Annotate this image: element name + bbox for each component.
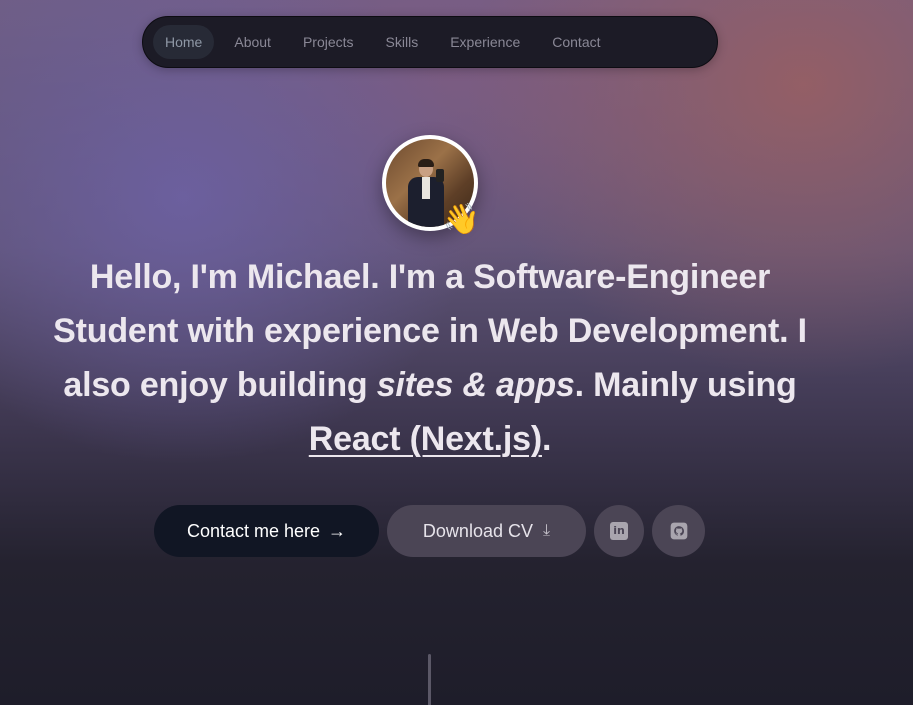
nav-item-projects[interactable]: Projects [291,25,366,59]
profile-avatar: 👋 [382,135,480,235]
linkedin-icon: in [610,522,628,540]
headline-field: Web Development [487,312,780,350]
github-button[interactable] [652,505,705,557]
headline-text: . [541,420,552,458]
nav-item-home[interactable]: Home [153,25,215,59]
hero-headline: Hello, I'm Michael. I'm a Software-Engin… [40,250,820,466]
headline-text: . Mainly using [574,366,797,404]
headline-text: with experience in [178,312,488,350]
headline-greeting: Hello, I'm Michael. [89,258,380,296]
contact-me-button[interactable]: Contact me here → [154,505,379,557]
nav-item-skills[interactable]: Skills [374,25,431,59]
arrow-right-icon: → [328,520,347,541]
headline-emphasis: sites & apps [376,366,575,404]
linkedin-button[interactable]: in [594,505,644,557]
top-navigation: Home About Projects Skills Experience Co… [142,16,718,68]
download-cv-button[interactable]: Download CV ⤓ [387,505,586,557]
nav-item-about[interactable]: About [222,25,283,59]
contact-me-label: Contact me here [186,520,321,541]
headline-text: I'm a [379,258,474,296]
nav-item-contact[interactable]: Contact [540,25,612,59]
download-cv-label: Download CV [422,520,533,541]
download-icon: ⤓ [542,522,551,539]
github-icon [670,522,687,540]
react-link[interactable]: React (Next.js) [309,420,542,458]
nav-item-experience[interactable]: Experience [438,25,532,59]
scroll-indicator [428,654,431,705]
waving-hand-icon: 👋 [442,202,480,237]
